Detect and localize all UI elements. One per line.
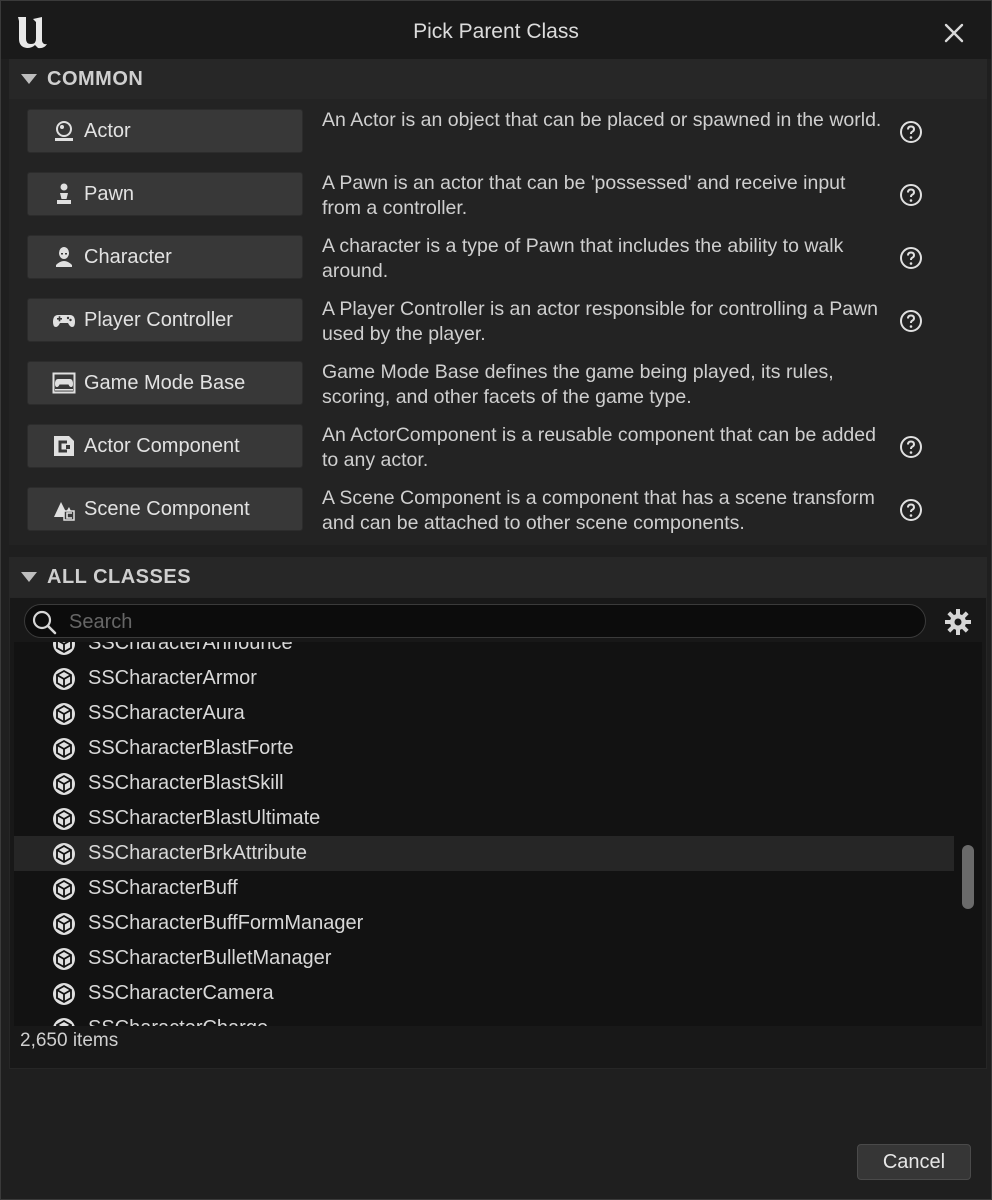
scene-component-icon bbox=[54, 502, 75, 521]
scene-component-description: A Scene Component is a component that ha… bbox=[322, 487, 875, 534]
player-controller-button[interactable]: Player Controller bbox=[27, 298, 303, 342]
character-button-label: Character bbox=[84, 245, 172, 268]
all-classes-section-header[interactable]: ALL CLASSES bbox=[9, 557, 987, 597]
search-icon bbox=[32, 610, 57, 635]
game-mode-base-description: Game Mode Base defines the game being pl… bbox=[322, 361, 834, 408]
class-icon bbox=[53, 1017, 75, 1026]
help-icon[interactable] bbox=[899, 498, 923, 522]
list-item[interactable]: SSCharacterBlastForte bbox=[14, 731, 954, 766]
list-item[interactable]: SSCharacterCharge bbox=[14, 1011, 954, 1026]
list-item-label: SSCharacterBrkAttribute bbox=[88, 842, 307, 864]
item-count: 2,650 items bbox=[20, 1030, 119, 1051]
cancel-button[interactable]: Cancel bbox=[857, 1144, 971, 1180]
list-item[interactable]: SSCharacterBlastUltimate bbox=[14, 801, 954, 836]
class-icon bbox=[53, 702, 75, 725]
list-item-label: SSCharacterBuff bbox=[88, 877, 238, 899]
class-icon bbox=[53, 982, 75, 1005]
collapse-triangle-icon bbox=[21, 74, 37, 84]
list-item[interactable]: SSCharacterAura bbox=[14, 696, 954, 731]
common-row-character: Character A character is a type of Pawn … bbox=[9, 225, 987, 288]
class-icon bbox=[53, 877, 75, 900]
class-icon bbox=[53, 912, 75, 935]
common-row-scene-component: Scene Component A Scene Component is a c… bbox=[9, 477, 987, 540]
game-mode-base-button[interactable]: Game Mode Base bbox=[27, 361, 303, 405]
common-row-actor-component: Actor Component An ActorComponent is a r… bbox=[9, 414, 987, 477]
character-description: A character is a type of Pawn that inclu… bbox=[322, 235, 844, 282]
list-item-label: SSCharacterCharge bbox=[88, 1017, 268, 1026]
actor-button[interactable]: Actor bbox=[27, 109, 303, 153]
list-item[interactable]: SSCharacterBulletManager bbox=[14, 941, 954, 976]
actor-button-label: Actor bbox=[84, 119, 131, 142]
list-item[interactable]: SSCharacterCamera bbox=[14, 976, 954, 1011]
gamepad-icon bbox=[53, 315, 75, 327]
common-row-actor: Actor An Actor is an object that can be … bbox=[9, 99, 987, 162]
player-controller-description: A Player Controller is an actor responsi… bbox=[322, 298, 879, 345]
actor-component-button[interactable]: Actor Component bbox=[27, 424, 303, 468]
list-item[interactable]: SSCharacterArmor bbox=[14, 661, 954, 696]
list-item[interactable]: SSCharacterBlastSkill bbox=[14, 766, 954, 801]
common-row-pawn: Pawn A Pawn is an actor that can be 'pos… bbox=[9, 162, 987, 225]
search-box[interactable] bbox=[24, 604, 926, 638]
pawn-description: A Pawn is an actor that can be 'possesse… bbox=[322, 172, 846, 219]
list-item-label: SSCharacterBulletManager bbox=[88, 947, 332, 969]
list-item[interactable]: SSCharacterBuff bbox=[14, 871, 954, 906]
class-list[interactable]: SSCharacterAnnounce SSCharacterArmor SSC… bbox=[14, 642, 982, 1026]
dialog-title: Pick Parent Class bbox=[413, 20, 579, 43]
scene-component-button[interactable]: Scene Component bbox=[27, 487, 303, 531]
pawn-button-label: Pawn bbox=[84, 182, 135, 205]
help-icon[interactable] bbox=[899, 183, 923, 207]
common-row-player-controller: Player Controller A Player Controller is… bbox=[9, 288, 987, 351]
pick-parent-class-dialog: Pick Parent Class COMMON Actor An Actor … bbox=[0, 0, 992, 1200]
list-item-label: SSCharacterBuffFormManager bbox=[88, 912, 364, 934]
scene-component-button-label: Scene Component bbox=[84, 497, 250, 520]
character-icon bbox=[56, 247, 72, 267]
list-item-label: SSCharacterCamera bbox=[88, 982, 274, 1004]
actor-component-icon bbox=[54, 436, 74, 456]
pawn-button[interactable]: Pawn bbox=[27, 172, 303, 216]
title-bar: Pick Parent Class bbox=[1, 1, 991, 59]
gear-icon[interactable] bbox=[944, 608, 972, 636]
list-item-label: SSCharacterAura bbox=[88, 702, 245, 724]
actor-component-description: An ActorComponent is a reusable componen… bbox=[322, 424, 876, 471]
list-item[interactable]: SSCharacterAnnounce bbox=[14, 642, 954, 661]
help-icon[interactable] bbox=[899, 120, 923, 144]
help-icon[interactable] bbox=[899, 309, 923, 333]
scrollbar-thumb[interactable] bbox=[962, 845, 974, 909]
class-icon bbox=[53, 642, 75, 655]
class-icon bbox=[53, 947, 75, 970]
class-icon bbox=[53, 842, 75, 865]
game-mode-icon bbox=[52, 372, 76, 394]
list-item-label: SSCharacterBlastUltimate bbox=[88, 807, 321, 829]
all-classes-section-label: ALL CLASSES bbox=[47, 565, 192, 588]
list-item-label: SSCharacterAnnounce bbox=[88, 642, 293, 654]
game-mode-base-button-label: Game Mode Base bbox=[84, 371, 246, 394]
common-row-game-mode-base: Game Mode Base Game Mode Base defines th… bbox=[9, 351, 987, 414]
all-classes-panel: SSCharacterAnnounce SSCharacterArmor SSC… bbox=[9, 597, 987, 1069]
class-icon bbox=[53, 737, 75, 760]
close-icon[interactable] bbox=[941, 20, 967, 46]
list-item[interactable]: SSCharacterBuffFormManager bbox=[14, 906, 954, 941]
help-icon[interactable] bbox=[899, 246, 923, 270]
actor-description: An Actor is an object that can be placed… bbox=[322, 109, 882, 131]
actor-icon bbox=[55, 121, 73, 141]
common-section-label: COMMON bbox=[47, 67, 144, 90]
list-item-label: SSCharacterBlastForte bbox=[88, 737, 294, 759]
class-icon bbox=[53, 772, 75, 795]
class-icon bbox=[53, 807, 75, 830]
player-controller-button-label: Player Controller bbox=[84, 308, 233, 331]
list-item-selected[interactable]: SSCharacterBrkAttribute bbox=[14, 836, 954, 871]
class-icon bbox=[53, 667, 75, 690]
help-icon[interactable] bbox=[899, 435, 923, 459]
actor-component-button-label: Actor Component bbox=[84, 434, 240, 457]
list-item-label: SSCharacterBlastSkill bbox=[88, 772, 284, 794]
common-classes-list: Actor An Actor is an object that can be … bbox=[9, 99, 987, 545]
character-button[interactable]: Character bbox=[27, 235, 303, 279]
collapse-triangle-icon bbox=[21, 572, 37, 582]
list-item-label: SSCharacterArmor bbox=[88, 667, 257, 689]
pawn-icon bbox=[57, 183, 71, 204]
search-input[interactable] bbox=[67, 607, 911, 637]
common-section-header[interactable]: COMMON bbox=[9, 59, 987, 99]
